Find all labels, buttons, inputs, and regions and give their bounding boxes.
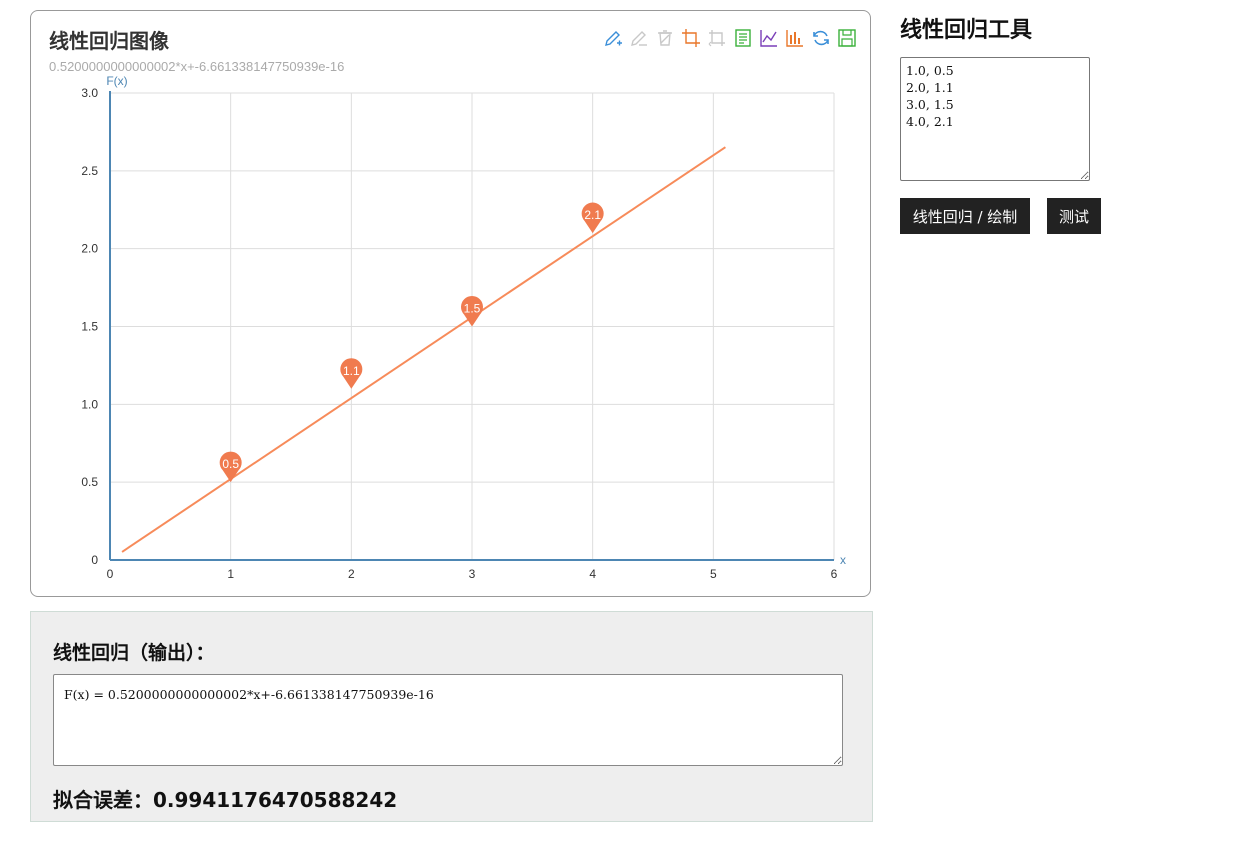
x-tick-label: 4 xyxy=(589,567,596,581)
chart-panel: 0 0.5 1.0 1.5 2.0 2.5 3.0 0 1 2 3 4 5 6 x F(x) 0.5 1.1 1.5… xyxy=(30,10,871,597)
data-point-label: 1.1 xyxy=(343,364,360,378)
y-tick-label: 2.5 xyxy=(81,164,98,178)
fit-error-label: 拟合误差： xyxy=(53,788,153,812)
x-tick-label: 6 xyxy=(831,567,838,581)
save-icon[interactable] xyxy=(836,27,858,49)
line-chart-icon[interactable] xyxy=(758,27,780,49)
restore-icon[interactable] xyxy=(706,27,728,49)
output-title: 线性回归（输出）： xyxy=(53,642,215,664)
fit-error-value: 0.9941176470588242 xyxy=(153,788,398,812)
data-point-label: 1.5 xyxy=(464,302,481,316)
y-tick-label: 0 xyxy=(91,553,98,567)
test-button[interactable]: 测试 xyxy=(1047,198,1101,234)
tool-panel-title: 线性回归工具 xyxy=(900,18,1033,43)
x-tick-label: 3 xyxy=(469,567,476,581)
chart-toolbox xyxy=(602,27,858,49)
refresh-icon[interactable] xyxy=(810,27,832,49)
output-formula-textarea[interactable] xyxy=(53,674,843,766)
pencil-icon[interactable] xyxy=(628,27,650,49)
pencil-add-icon[interactable] xyxy=(602,27,624,49)
y-tick-label: 3.0 xyxy=(81,86,98,100)
x-tick-label: 2 xyxy=(348,567,355,581)
x-tick-label: 0 xyxy=(107,567,114,581)
regression-line xyxy=(121,146,726,553)
eraser-icon[interactable] xyxy=(654,27,676,49)
x-tick-label: 5 xyxy=(710,567,717,581)
data-point-label: 0.5 xyxy=(222,457,239,471)
y-axis-label: F(x) xyxy=(106,74,127,88)
crop-icon[interactable] xyxy=(680,27,702,49)
chart-title: 线性回归图像 xyxy=(49,29,169,53)
regression-chart: 0 0.5 1.0 1.5 2.0 2.5 3.0 0 1 2 3 4 5 6x F(x) 0.5 1.1 1.5… xyxy=(81,74,846,581)
y-tick-label: 1.5 xyxy=(81,320,98,334)
y-tick-label: 0.5 xyxy=(81,475,98,489)
regress-plot-button[interactable]: 线性回归 / 绘制 xyxy=(900,198,1030,234)
data-input-textarea[interactable] xyxy=(900,57,1090,181)
bar-chart-icon[interactable] xyxy=(784,27,806,49)
output-panel: 线性回归（输出）： 拟合误差：0.9941176470588242 xyxy=(30,611,873,822)
fit-error-line: 拟合误差：0.9941176470588242 xyxy=(53,784,397,813)
x-axis-label: x xyxy=(840,553,846,567)
y-tick-label: 2.0 xyxy=(81,242,98,256)
y-tick-label: 1.0 xyxy=(81,397,98,411)
data-view-icon[interactable] xyxy=(732,27,754,49)
x-tick-label: 1 xyxy=(227,567,234,581)
chart-subtitle: 0.5200000000000002*x+-6.661338147750939e… xyxy=(49,59,345,74)
data-point-label: 2.1 xyxy=(584,208,601,222)
